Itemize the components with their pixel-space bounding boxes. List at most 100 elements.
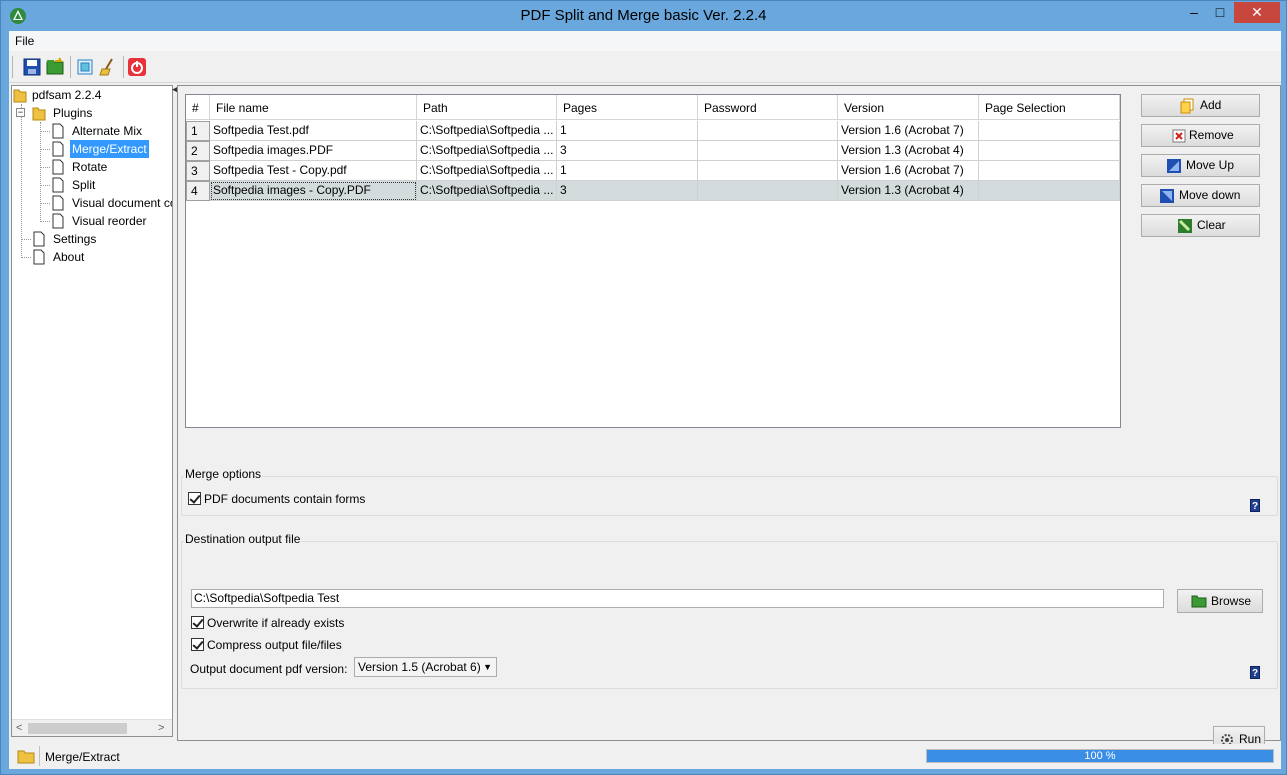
clear-button[interactable]: Clear	[1141, 214, 1260, 237]
title-bar[interactable]: PDF Split and Merge basic Ver. 2.2.4 – □…	[1, 1, 1286, 31]
cell-version[interactable]: Version 1.6 (Acrobat 7)	[838, 161, 979, 181]
table-row[interactable]: 1 Softpedia Test.pdf C:\Softpedia\Softpe…	[186, 121, 1120, 141]
open-icon[interactable]	[45, 57, 65, 77]
document-icon	[52, 159, 64, 175]
clear-icon[interactable]	[98, 57, 118, 77]
column-header-pages[interactable]: Pages	[557, 95, 698, 120]
remove-button[interactable]: Remove	[1141, 124, 1260, 147]
table-row-selected[interactable]: 4 Softpedia images - Copy.PDF C:\Softped…	[186, 181, 1120, 201]
tree-line	[40, 203, 50, 204]
column-header-file-name[interactable]: File name	[210, 95, 417, 120]
column-header-page-selection[interactable]: Page Selection	[979, 95, 1120, 120]
minimize-button[interactable]: –	[1181, 2, 1207, 23]
overwrite-checkbox[interactable]	[191, 616, 204, 629]
menu-bar: File	[9, 31, 1281, 51]
toolbar	[9, 51, 1281, 83]
exit-icon[interactable]	[127, 57, 147, 77]
compress-checkbox[interactable]	[191, 638, 204, 651]
pdf-version-value: Version 1.5 (Acrobat 6)	[358, 660, 481, 674]
document-icon	[52, 141, 64, 157]
table-row[interactable]: 2 Softpedia images.PDF C:\Softpedia\Soft…	[186, 141, 1120, 161]
tree-item-label: Merge/Extract	[70, 140, 149, 158]
cell-version[interactable]: Version 1.6 (Acrobat 7)	[838, 121, 979, 141]
destination-help-icon[interactable]: ?	[1250, 666, 1260, 679]
cell-pages[interactable]: 3	[557, 181, 698, 201]
status-separator	[39, 746, 40, 766]
column-header-version[interactable]: Version	[838, 95, 979, 120]
cell-file-name[interactable]: Softpedia images - Copy.PDF	[210, 181, 417, 201]
tree-line	[40, 149, 50, 150]
compress-label: Compress output file/files	[207, 638, 342, 652]
cell-pages[interactable]: 1	[557, 121, 698, 141]
destination-path-field[interactable]: C:\Softpedia\Softpedia Test	[191, 589, 1164, 608]
scroll-thumb[interactable]	[28, 723, 127, 734]
add-button[interactable]: Add	[1141, 94, 1260, 117]
cell-file-name[interactable]: Softpedia images.PDF	[210, 141, 417, 161]
tree-item-label: Split	[72, 178, 96, 192]
scroll-right-icon[interactable]: >	[158, 722, 164, 734]
tree-item-label: Plugins	[53, 106, 93, 120]
cell-page-selection[interactable]	[979, 141, 1120, 161]
column-header-number[interactable]: #	[186, 95, 210, 120]
tree-item-label: Alternate Mix	[72, 124, 143, 138]
tree-horizontal-scrollbar[interactable]: < >	[12, 719, 172, 736]
collapse-icon[interactable]: −	[16, 108, 25, 117]
cell-file-name[interactable]: Softpedia Test.pdf	[210, 121, 417, 141]
cell-path[interactable]: C:\Softpedia\Softpedia ...	[417, 121, 557, 141]
cell-version[interactable]: Version 1.3 (Acrobat 4)	[838, 181, 979, 201]
cell-page-selection[interactable]	[979, 121, 1120, 141]
window-icon[interactable]	[75, 57, 95, 77]
document-icon	[52, 177, 64, 193]
cell-password[interactable]	[698, 181, 838, 201]
window-title: PDF Split and Merge basic Ver. 2.2.4	[520, 7, 767, 24]
cell-path[interactable]: C:\Softpedia\Softpedia ...	[417, 181, 557, 201]
cell-path[interactable]: C:\Softpedia\Softpedia ...	[417, 141, 557, 161]
merge-extract-panel: # File name Path Pages Password Version …	[177, 85, 1281, 752]
tree-item-label: Visual reorder	[72, 214, 147, 228]
tree-line	[21, 104, 22, 258]
chevron-down-icon: ▼	[483, 662, 492, 672]
app-window: PDF Split and Merge basic Ver. 2.2.4 – □…	[0, 0, 1287, 775]
tree-line	[40, 122, 41, 222]
move-up-button[interactable]: Move Up	[1141, 154, 1260, 177]
document-icon	[52, 195, 64, 211]
clear-button-label: Clear	[1197, 218, 1226, 232]
contain-forms-label: PDF documents contain forms	[204, 492, 366, 506]
tree-line	[40, 221, 50, 222]
cell-password[interactable]	[698, 121, 838, 141]
progress-bar: 100 %	[926, 749, 1274, 763]
status-bar: Merge/Extract 100 %	[9, 744, 1281, 769]
cell-pages[interactable]: 1	[557, 161, 698, 181]
column-header-password[interactable]: Password	[698, 95, 838, 120]
tree-item-label: Rotate	[72, 160, 108, 174]
tree-line	[21, 257, 31, 258]
save-icon[interactable]	[22, 57, 42, 77]
destination-title: Destination output file	[184, 532, 302, 546]
browse-button[interactable]: Browse	[1177, 589, 1263, 613]
merge-options-help-icon[interactable]: ?	[1250, 499, 1260, 512]
table-row[interactable]: 3 Softpedia Test - Copy.pdf C:\Softpedia…	[186, 161, 1120, 181]
cell-pages[interactable]: 3	[557, 141, 698, 161]
cell-page-selection[interactable]	[979, 161, 1120, 181]
cell-version[interactable]: Version 1.3 (Acrobat 4)	[838, 141, 979, 161]
cell-page-selection[interactable]	[979, 181, 1120, 201]
pdf-version-label: Output document pdf version:	[190, 662, 348, 676]
menu-file[interactable]: File	[15, 34, 34, 48]
column-header-path[interactable]: Path	[417, 95, 557, 120]
plugin-tree: pdfsam 2.2.4 − Plugins Alternate Mix Mer…	[11, 85, 173, 737]
maximize-button[interactable]: □	[1207, 2, 1233, 23]
scroll-left-icon[interactable]: <	[16, 722, 22, 734]
toolbar-separator	[70, 56, 71, 78]
pdf-version-select[interactable]: Version 1.5 (Acrobat 6) ▼	[354, 657, 497, 677]
cell-file-name[interactable]: Softpedia Test - Copy.pdf	[210, 161, 417, 181]
remove-button-label: Remove	[1189, 128, 1234, 142]
tree-line	[40, 167, 50, 168]
contain-forms-checkbox[interactable]	[188, 492, 201, 505]
arrow-down-icon	[1160, 189, 1174, 203]
move-down-button[interactable]: Move down	[1141, 184, 1260, 207]
cell-password[interactable]	[698, 141, 838, 161]
cell-path[interactable]: C:\Softpedia\Softpedia ...	[417, 161, 557, 181]
close-button[interactable]: ✕	[1234, 2, 1280, 23]
file-table: # File name Path Pages Password Version …	[185, 94, 1121, 428]
cell-password[interactable]	[698, 161, 838, 181]
